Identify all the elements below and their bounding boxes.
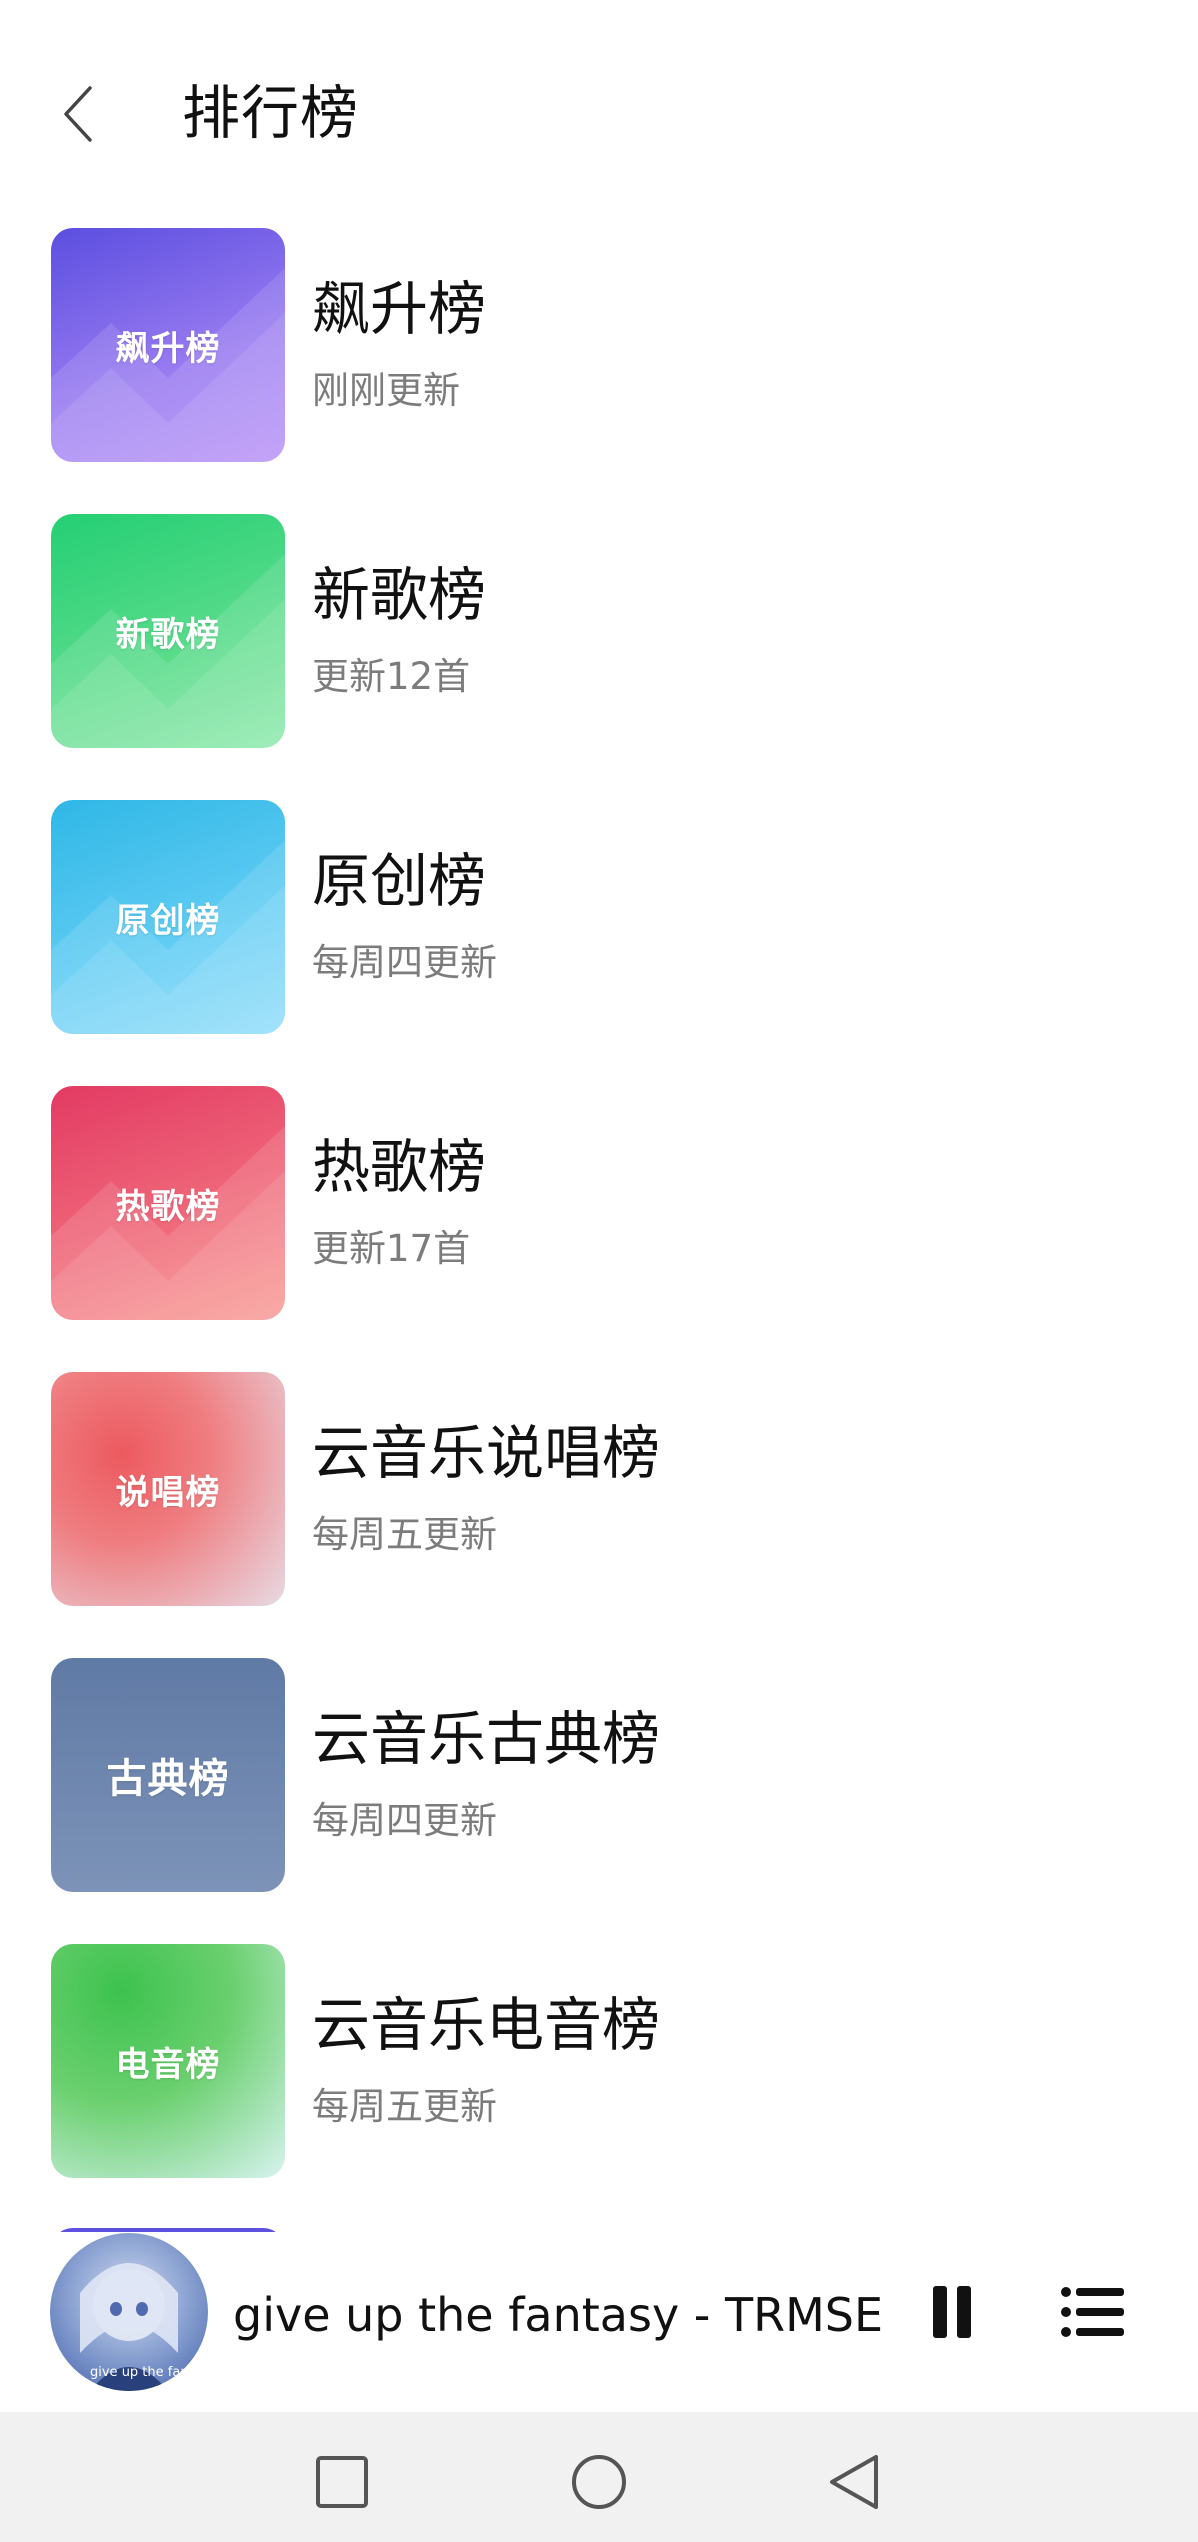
chart-update-status: 每周四更新	[312, 941, 497, 984]
chart-item-rap[interactable]: 说唱榜 云音乐说唱榜 每周五更新	[0, 1372, 1198, 1608]
chart-update-status: 更新12首	[312, 655, 471, 698]
chevron-left-icon	[64, 86, 92, 142]
system-nav-bar	[0, 2412, 1198, 2542]
chart-item-new-songs[interactable]: 新歌榜 新歌榜 更新12首	[0, 514, 1198, 750]
chart-cover-label: 说唱榜	[115, 1472, 221, 1513]
chart-item-electronic[interactable]: 电音榜 云音乐电音榜 每周五更新	[0, 1944, 1198, 2180]
system-back-button[interactable]	[820, 2447, 890, 2517]
album-art[interactable]: give up the fantasy	[50, 2233, 208, 2391]
album-caption: give up the fantasy	[90, 2365, 208, 2380]
chart-cover: 飙升榜	[51, 228, 285, 462]
chart-item-original[interactable]: 原创榜 原创榜 每周四更新	[0, 800, 1198, 1036]
chart-title: 云音乐电音榜	[312, 1991, 661, 2059]
chart-cover-label: 原创榜	[115, 900, 221, 941]
chart-title: 云音乐古典榜	[312, 1705, 661, 1773]
chart-item-soaring[interactable]: 飙升榜 飙升榜 刚刚更新	[0, 228, 1198, 464]
page-title: 排行榜	[182, 79, 360, 147]
chart-item-classical[interactable]: 古典榜 云音乐古典榜 每周四更新	[0, 1658, 1198, 1894]
chart-update-status: 每周五更新	[312, 2085, 497, 2128]
mini-player[interactable]: give up the fantasy give up the fantasy …	[0, 2232, 1198, 2412]
chart-title: 原创榜	[312, 847, 487, 915]
chart-cover: 电音榜	[51, 1944, 285, 2178]
playlist-icon	[1061, 2287, 1124, 2337]
chart-update-status: 刚刚更新	[312, 369, 460, 412]
chart-cover-label: 新歌榜	[115, 614, 221, 655]
chart-title: 新歌榜	[312, 561, 487, 629]
header: 排行榜	[0, 0, 1198, 220]
now-playing-title[interactable]: give up the fantasy - TRMSE	[233, 2287, 883, 2343]
chart-cover: 热歌榜	[51, 1086, 285, 1320]
pause-button[interactable]	[925, 2280, 981, 2344]
circle-icon	[572, 2455, 626, 2509]
chart-cover: 新歌榜	[51, 514, 285, 748]
chart-update-status: 更新17首	[312, 1227, 471, 1270]
chart-title: 云音乐说唱榜	[312, 1419, 661, 1487]
back-button[interactable]	[48, 76, 108, 152]
home-button[interactable]	[564, 2447, 634, 2517]
chart-title: 热歌榜	[312, 1133, 487, 1201]
chart-cover-label: 电音榜	[115, 2044, 221, 2085]
chart-update-status: 每周四更新	[312, 1799, 497, 1842]
chart-cover: 原创榜	[51, 800, 285, 1034]
triangle-back-icon	[830, 2455, 878, 2509]
chart-cover-label: 热歌榜	[115, 1186, 221, 1227]
chart-update-status: 每周五更新	[312, 1513, 497, 1556]
playlist-button[interactable]	[1060, 2282, 1126, 2342]
chart-title: 飙升榜	[312, 275, 487, 343]
square-icon	[316, 2456, 368, 2508]
chart-cover: 古典榜	[51, 1658, 285, 1892]
chart-cover-label: 飙升榜	[115, 328, 221, 369]
chart-cover: 说唱榜	[51, 1372, 285, 1606]
recents-button[interactable]	[307, 2447, 377, 2517]
chart-cover-label: 古典榜	[106, 1756, 230, 1802]
chart-item-hot-songs[interactable]: 热歌榜 热歌榜 更新17首	[0, 1086, 1198, 1322]
